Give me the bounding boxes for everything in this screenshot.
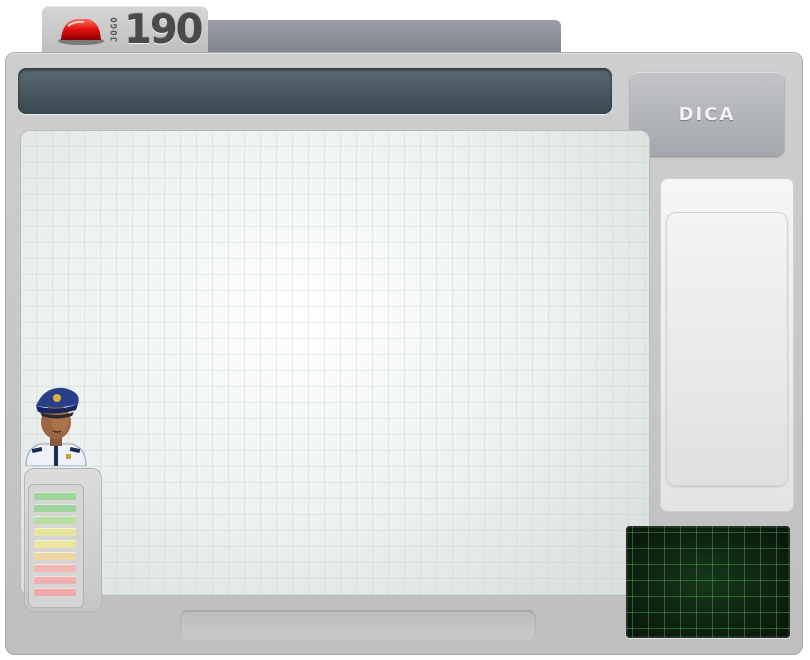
meter-segment: [34, 516, 76, 524]
meter-segment: [34, 504, 76, 512]
siren-icon: [58, 19, 104, 45]
play-area[interactable]: [20, 130, 650, 596]
meter-segment: [34, 588, 76, 596]
status-meter: [28, 484, 84, 608]
side-panel-inner: [666, 212, 788, 486]
police-officer-avatar: [25, 387, 87, 466]
logo-number: 190: [124, 7, 203, 53]
radar-screen: [626, 526, 790, 638]
radar-grid: [626, 526, 790, 638]
dica-button[interactable]: DICA: [630, 72, 784, 156]
meter-segment: [34, 576, 76, 584]
meter-segment: [34, 528, 76, 536]
bottom-bar: [180, 610, 536, 640]
meter-segment: [34, 564, 76, 572]
title-bar: [18, 68, 612, 114]
meter-segment: [34, 492, 76, 500]
logo-side-text: JOGO: [110, 16, 120, 42]
logo-tab: JOGO 190: [42, 6, 208, 56]
play-grid: [20, 130, 650, 596]
top-strip: [208, 20, 561, 56]
dica-label: DICA: [678, 103, 736, 125]
meter-segment: [34, 540, 76, 548]
meter-segment: [34, 552, 76, 560]
